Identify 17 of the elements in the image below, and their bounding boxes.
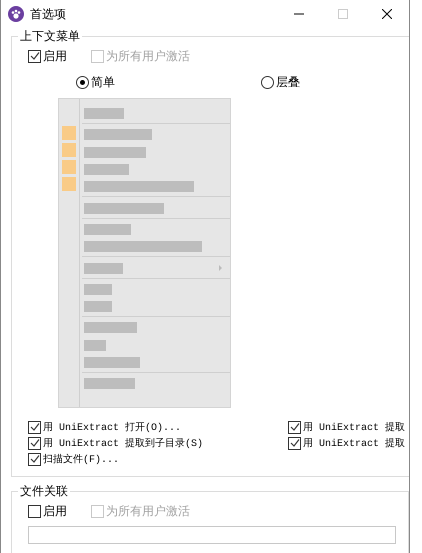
checkbox[interactable]: 扫描文件(F)...: [28, 452, 288, 466]
radio-button[interactable]: 层叠: [261, 74, 300, 90]
radio-button[interactable]: 简单: [76, 74, 115, 90]
checkbox[interactable]: 用 UniExtract 提取到子目录(S): [28, 436, 288, 450]
group-title: 文件关联: [19, 483, 69, 500]
checkbox[interactable]: 用 UniExtract 提取: [288, 420, 409, 434]
group-title: 上下文菜单: [19, 28, 81, 45]
checkbox[interactable]: 启用: [28, 502, 67, 520]
window-title: 首选项: [30, 6, 67, 22]
checkbox[interactable]: 用 UniExtract 提取: [288, 436, 409, 450]
maximize-icon: [338, 9, 348, 19]
close-icon: [382, 9, 392, 19]
app-icon: [8, 6, 24, 22]
input-field[interactable]: [28, 526, 396, 544]
check-icon: [30, 51, 40, 61]
checkbox[interactable]: 用 UniExtract 打开(O)...: [28, 420, 288, 434]
checkbox[interactable]: 启用: [28, 48, 67, 64]
